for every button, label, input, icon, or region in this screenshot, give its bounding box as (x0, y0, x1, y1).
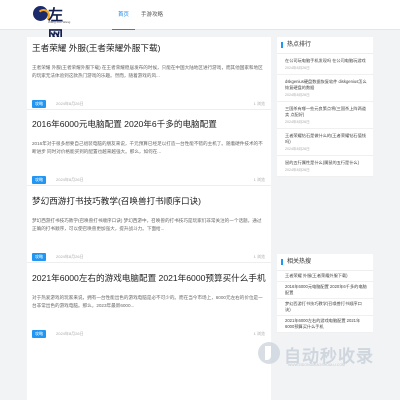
divider (27, 185, 271, 186)
hot-item[interactable]: dskgenius硬盘数据恢复软件 diskgenius怎么恢复硬盘的数据 20… (277, 75, 373, 102)
view-count: 1 浏览 (253, 331, 265, 336)
related-item[interactable]: 梦幻西游打书技巧教学(召唤兽打书顺序口诀) (277, 299, 373, 316)
hot-item-title[interactable]: dskgenius硬盘数据恢复软件 diskgenius怎么恢复硬盘的数据 (285, 79, 367, 91)
hot-item-title[interactable]: 王者荣耀钻石是做什么的(王者荣耀钻石值钱吗) (285, 133, 367, 145)
watermark: 自动秒收录 WWW.ZIDONGMIAOSHOULU.COM (258, 338, 392, 368)
nav-home[interactable]: 首页 (112, 0, 136, 30)
post-title[interactable]: 王者荣耀 外服(王者荣耀外服下载) (32, 43, 266, 54)
post-meta: 攻略 2024年8月26日 1 浏览 (32, 330, 266, 339)
hot-item-date: 2024年8月26日 (285, 120, 310, 124)
divider (27, 109, 271, 110)
post-meta: 攻略 2024年8月26日 1 浏览 (32, 253, 266, 262)
post-item: 王者荣耀 外服(王者荣耀外服下载) 王者荣耀 外服(王者荣耀外服下载) 在王者荣… (32, 43, 266, 109)
hot-item-date: 2024年8月26日 (285, 147, 310, 151)
related-item[interactable]: 2016年6000元电脑配置 2020年6千多的电脑配置 (277, 282, 373, 299)
category-tag[interactable]: 攻略 (32, 100, 46, 108)
related-item[interactable]: 王者荣耀 外服(王者荣耀外服下载) (277, 271, 373, 282)
hot-item-date: 2024年8月26日 (285, 93, 310, 97)
hot-widget: 热点排行 在公司玩电脑手机发现吗 在公司电脑玩游戏 2024年8月26日 dsk… (277, 37, 373, 177)
category-tag[interactable]: 攻略 (32, 330, 46, 338)
hot-item[interactable]: 三国杀有哪一些元良策点将(三国杀上阵两道卖 点配好) 2024年8月26日 (277, 102, 373, 129)
nav-game-guides[interactable]: 手游攻略 (135, 0, 169, 30)
post-date: 2024年8月26日 (56, 254, 84, 259)
post-item: 2016年6000元电脑配置 2020年6千多的电脑配置 2016年对于很多想要… (32, 119, 266, 185)
watermark-logo-icon (258, 342, 280, 364)
post-excerpt: 对于热爱游戏的玩家来说，拥有一台性能出色的游戏电脑是必不可少的。而在当今市场上，… (32, 295, 263, 308)
logo-subtitle: Wang Zuo Wang (48, 20, 71, 24)
hot-item-title[interactable]: 鼠的五行属性是什么(属鼠的五行是什么) (285, 160, 367, 166)
post-title[interactable]: 2021年6000左右的游戏电脑配置 2021年6000预算买什么手机 (32, 273, 266, 284)
hot-item[interactable]: 鼠的五行属性是什么(属鼠的五行是什么) 2024年8月26日 (277, 156, 373, 177)
post-meta: 攻略 2024年8月26日 1 浏览 (32, 100, 266, 109)
logo-mark-icon (33, 6, 50, 22)
post-list: 王者荣耀 外服(王者荣耀外服下载) 王者荣耀 外服(王者荣耀外服下载) 在王者荣… (27, 37, 271, 400)
post-date: 2024年8月26日 (56, 177, 84, 182)
hot-item[interactable]: 在公司玩电脑手机发现吗 在公司电脑玩游戏 2024年8月26日 (277, 54, 373, 75)
post-date: 2024年8月26日 (56, 101, 84, 106)
post-title[interactable]: 2016年6000元电脑配置 2020年6千多的电脑配置 (32, 119, 266, 130)
related-widget: 相关热搜 王者荣耀 外服(王者荣耀外服下载) 2016年6000元电脑配置 20… (277, 254, 373, 333)
top-bar: 左网 Wang Zuo Wang 首页 手游攻略 (0, 0, 400, 45)
hot-item-date: 2024年8月26日 (285, 66, 310, 70)
view-count: 1 浏览 (253, 254, 265, 259)
post-excerpt: 梦幻西游打书技巧教学(召唤兽打书顺序口诀) 梦幻西游中，召唤兽的打书技巧是玩家们… (32, 218, 262, 231)
hot-item-date: 2024年8月26日 (285, 168, 310, 172)
post-item: 2021年6000左右的游戏电脑配置 2021年6000预算买什么手机 对于热爱… (32, 273, 266, 339)
post-item: 梦幻西游打书技巧教学(召唤兽打书顺序口诀) 梦幻西游打书技巧教学(召唤兽打书顺序… (32, 196, 266, 262)
widget-heading: 相关热搜 (277, 254, 373, 271)
post-meta: 攻略 2024年8月26日 1 浏览 (32, 176, 266, 185)
widget-heading: 热点排行 (277, 37, 373, 54)
divider (27, 262, 271, 263)
hot-item-title[interactable]: 在公司玩电脑手机发现吗 在公司电脑玩游戏 (285, 58, 367, 64)
watermark-url: WWW.ZIDONGMIAOSHOULU.COM (288, 363, 345, 367)
hot-item[interactable]: 王者荣耀钻石是做什么的(王者荣耀钻石值钱吗) 2024年8月26日 (277, 129, 373, 156)
site-logo[interactable]: 左网 Wang Zuo Wang (33, 5, 75, 45)
category-tag[interactable]: 攻略 (32, 253, 46, 261)
post-date: 2024年8月26日 (56, 331, 84, 336)
main-nav: 首页 手游攻略 (112, 0, 169, 30)
post-excerpt: 2016年对于很多想要自己组装电脑的朋友来说，千元预算已经足以打造一台性能不错的… (32, 141, 263, 154)
post-title[interactable]: 梦幻西游打书技巧教学(召唤兽打书顺序口诀) (32, 196, 266, 207)
post-excerpt: 王者荣耀 外服(王者荣耀外服下载) 在王者荣耀稳居发布的时候，只能在中国大陆地区… (32, 65, 263, 78)
category-tag[interactable]: 攻略 (32, 176, 46, 184)
view-count: 1 浏览 (253, 177, 265, 182)
related-item[interactable]: 2021年6000左右的游戏电脑配置 2021年6000预算买什么手机 (277, 316, 373, 333)
view-count: 1 浏览 (253, 101, 265, 106)
hot-item-title[interactable]: 三国杀有哪一些元良策点将(三国杀上阵两道卖 点配好) (285, 106, 367, 118)
